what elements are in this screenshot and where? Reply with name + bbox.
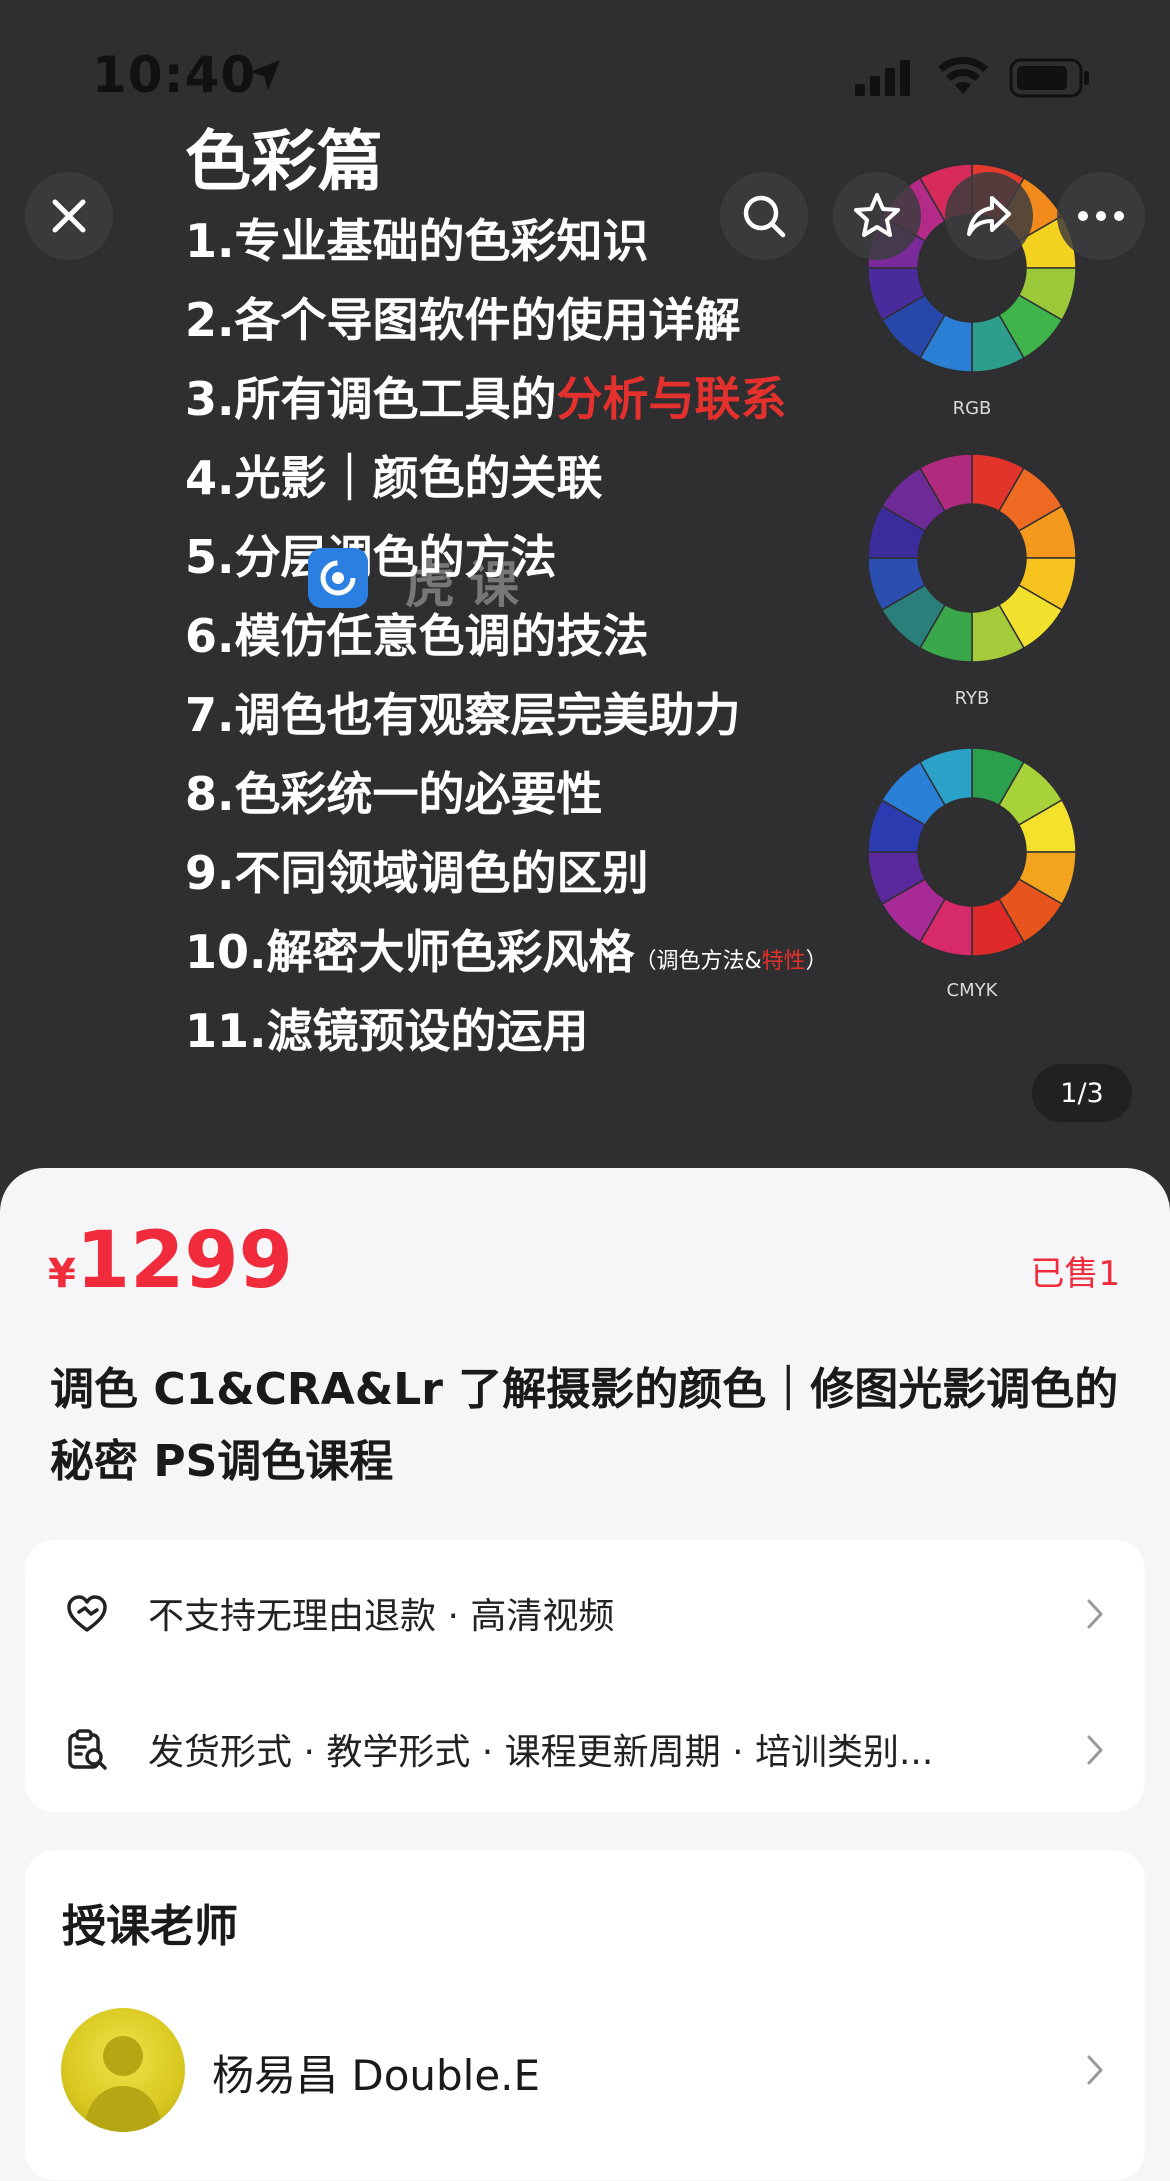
clipboard-search-icon <box>68 1729 107 1770</box>
wheel-label-rgb: RGB <box>952 398 992 419</box>
course-details-text: 发货形式 · 教学形式 · 课程更新周期 · 培训类别... <box>148 1732 934 1773</box>
slide-outline-list: 1.专业基础的色彩知识 2.各个导图软件的使用详解 3.所有调色工具的分析与联系… <box>185 205 828 1074</box>
refund-policy-row[interactable]: 不支持无理由退款 · 高清视频 <box>25 1568 1145 1658</box>
product-detail-sheet: ¥1299 已售1 调色 C1&CRA&Lr 了解摄影的颜色｜修图光影调色的秘密… <box>0 1168 1170 2181</box>
wheel-label-ryb: RYB <box>954 688 990 709</box>
heart-shield-icon <box>67 1595 107 1632</box>
share-icon <box>967 196 1011 236</box>
slide-item-10: 10.解密大师色彩风格（调色方法&特性） <box>185 925 828 979</box>
search-icon <box>743 195 786 238</box>
teacher-name: 杨易昌 Double.E <box>212 2051 541 2100</box>
currency-symbol: ¥ <box>48 1251 76 1297</box>
slide-title: 色彩篇 <box>185 123 383 200</box>
slide-item-8: 8.色彩统一的必要性 <box>185 767 603 821</box>
battery-icon <box>1009 58 1089 98</box>
slide-item-4: 4.光影｜颜色的关联 <box>185 451 603 505</box>
close-button[interactable] <box>25 172 113 260</box>
watermark-logo-icon <box>308 548 368 608</box>
image-pager-indicator: 1/3 <box>1032 1064 1132 1122</box>
price-value: 1299 <box>75 1216 293 1306</box>
service-info-card: 不支持无理由退款 · 高清视频 发货形式 · 教学形式 · 课程更新周期 · 培… <box>25 1540 1145 1812</box>
chevron-right-icon <box>1087 1735 1103 1765</box>
status-time: 10:40 <box>92 46 257 104</box>
wheel-label-cmyk: CMYK <box>946 980 998 1001</box>
person-silhouette-icon <box>83 2036 163 2132</box>
refund-policy-text: 不支持无理由退款 · 高清视频 <box>148 1596 615 1637</box>
star-icon <box>854 193 900 237</box>
teacher-row[interactable]: 杨易昌 Double.E <box>25 1990 1145 2150</box>
color-wheel-cmyk <box>867 747 1077 957</box>
watermark-text: 虎课 <box>405 556 533 614</box>
more-icon <box>1078 211 1124 221</box>
price: ¥1299 <box>48 1216 293 1306</box>
slide-item-7: 7.调色也有观察层完美助力 <box>185 688 741 742</box>
slide-item-11: 11.滤镜预设的运用 <box>185 1004 589 1058</box>
course-details-row[interactable]: 发货形式 · 教学形式 · 课程更新周期 · 培训类别... <box>25 1704 1145 1794</box>
teacher-card: 授课老师 杨易昌 Double.E <box>25 1850 1145 2180</box>
share-button[interactable] <box>945 172 1033 260</box>
status-bar: 10:40 <box>0 0 1170 150</box>
slide-item-9: 9.不同领域调色的区别 <box>185 846 649 900</box>
product-title: 调色 C1&CRA&Lr 了解摄影的颜色｜修图光影调色的秘密 PS调色课程 <box>50 1364 1119 1487</box>
signal-icon <box>855 60 910 96</box>
search-button[interactable] <box>720 172 808 260</box>
teacher-section-title: 授课老师 <box>62 1901 238 1952</box>
chevron-right-icon <box>1087 1599 1103 1629</box>
sold-count: 已售1 <box>1030 1254 1120 1294</box>
wifi-icon <box>938 56 988 94</box>
favorite-button[interactable] <box>833 172 921 260</box>
location-arrow-icon <box>250 60 280 90</box>
close-icon <box>52 199 86 233</box>
color-wheel-ryb <box>867 453 1077 663</box>
slide-item-2: 2.各个导图软件的使用详解 <box>185 293 741 347</box>
product-image-carousel[interactable]: 10:40 色彩篇 1.专业基础的色彩知识 2.各个导图软件的使用详解 3.所有… <box>0 0 1170 1200</box>
more-button[interactable] <box>1057 172 1145 260</box>
avatar <box>61 2008 185 2132</box>
slide-item-3: 3.所有调色工具的分析与联系 <box>185 372 787 426</box>
chevron-right-icon <box>1087 2055 1103 2085</box>
